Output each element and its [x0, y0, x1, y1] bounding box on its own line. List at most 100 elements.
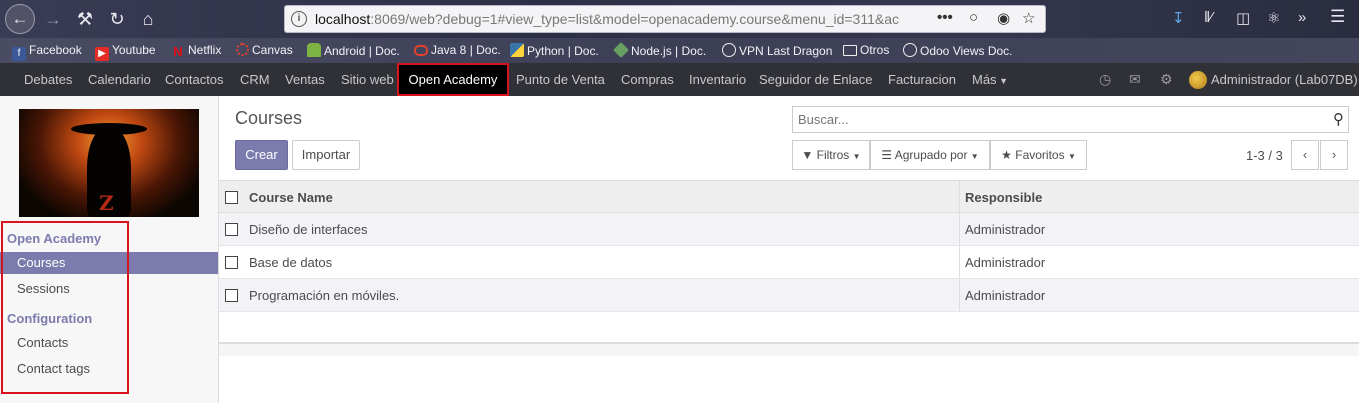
- bookmark-label: Odoo Views Doc.: [920, 44, 1013, 58]
- favorites-button[interactable]: ★ Favoritos ▼: [990, 140, 1087, 170]
- sidebar-toggle-icon[interactable]: ◫: [1236, 9, 1250, 27]
- bookmark-label: Python | Doc.: [527, 44, 599, 58]
- menu-ventas[interactable]: Ventas: [285, 72, 325, 87]
- table-footer: [219, 342, 1359, 356]
- info-icon[interactable]: i: [291, 11, 307, 27]
- search-icon[interactable]: ⚲: [1333, 110, 1344, 128]
- canvas-icon: [236, 43, 249, 56]
- bookmark-java[interactable]: Java 8 | Doc.: [414, 43, 501, 57]
- menu-contactos[interactable]: Contactos: [165, 72, 224, 87]
- bookmark-netflix[interactable]: N Netflix: [171, 43, 221, 59]
- bookmark-label: Canvas: [252, 43, 293, 57]
- url-bar[interactable]: i localhost:8069/web?debug=1#view_type=l…: [284, 5, 1046, 33]
- menu-hamburger-icon[interactable]: ☰: [1330, 7, 1345, 27]
- menu-compras[interactable]: Compras: [621, 72, 674, 87]
- create-button[interactable]: Crear: [235, 140, 288, 170]
- bookmark-label: Android | Doc.: [324, 44, 400, 58]
- filters-button[interactable]: ▼ Filtros ▼: [792, 140, 870, 170]
- row-checkbox[interactable]: [225, 289, 238, 302]
- page-title: Courses: [235, 108, 303, 128]
- chat-icon[interactable]: ✉: [1129, 71, 1141, 88]
- pocket-icon[interactable]: ◉: [997, 9, 1010, 27]
- bookmark-youtube[interactable]: ▶ Youtube: [95, 43, 156, 61]
- cell-course-name: Diseño de interfaces: [249, 222, 368, 237]
- bookmark-label: Otros: [860, 43, 890, 57]
- bookmark-canvas[interactable]: Canvas: [236, 43, 293, 57]
- caret-down-icon: ▼: [1067, 152, 1076, 161]
- column-header-responsible[interactable]: Responsible: [965, 190, 1042, 205]
- bookmark-nodejs[interactable]: Node.js | Doc.: [613, 42, 707, 58]
- table-row[interactable]: Diseño de interfaces Administrador: [219, 213, 1359, 246]
- menu-seguidor-de-enlace[interactable]: Seguidor de Enlace: [759, 72, 872, 87]
- reload-icon[interactable]: ↻: [104, 6, 130, 32]
- pager-next-button[interactable]: ›: [1320, 140, 1348, 170]
- menu-calendario[interactable]: Calendario: [88, 72, 151, 87]
- react-devtools-icon[interactable]: ⚛: [1267, 9, 1280, 27]
- logo-z: Z: [99, 191, 114, 215]
- select-all-checkbox[interactable]: [225, 191, 238, 204]
- caret-down-icon: ▼: [852, 152, 861, 161]
- menu-crm[interactable]: CRM: [240, 72, 270, 87]
- url-path: :8069/web?debug=1#view_type=list&model=o…: [370, 11, 900, 27]
- menu-punto-de-venta[interactable]: Punto de Venta: [516, 72, 605, 87]
- android-icon: [307, 43, 321, 57]
- company-logo: Z: [19, 109, 199, 217]
- menu-debates[interactable]: Debates: [24, 72, 72, 87]
- filters-label: Filtros: [816, 148, 850, 162]
- column-divider: [959, 279, 960, 311]
- bookmark-odoo-views[interactable]: Odoo Views Doc.: [903, 43, 1013, 58]
- menu-mas[interactable]: Más ▼: [972, 72, 1008, 87]
- table-row[interactable]: Programación en móviles. Administrador: [219, 279, 1359, 312]
- table-header: Course Name Responsible: [219, 180, 1359, 213]
- user-menu[interactable]: Administrador (Lab07DB): [1211, 72, 1358, 87]
- star-icon[interactable]: ☆: [1022, 9, 1035, 27]
- nodejs-icon: [613, 42, 629, 58]
- bookmark-android[interactable]: Android | Doc.: [307, 43, 400, 58]
- bookmark-label: Facebook: [29, 43, 82, 57]
- folder-icon: [843, 45, 857, 56]
- table-row[interactable]: Base de datos Administrador: [219, 246, 1359, 279]
- library-icon[interactable]: ‖⁄: [1204, 9, 1213, 26]
- bookmark-facebook[interactable]: f Facebook: [12, 43, 82, 61]
- menu-open-academy[interactable]: Open Academy: [397, 63, 509, 96]
- bookmark-folder-otros[interactable]: Otros: [843, 43, 889, 57]
- netflix-icon: N: [173, 44, 183, 59]
- facebook-icon: f: [12, 47, 26, 61]
- group-by-button[interactable]: ☰ Agrupado por ▼: [870, 140, 990, 170]
- list-icon: ☰: [881, 148, 893, 162]
- home-icon[interactable]: ⌂: [135, 6, 161, 32]
- menu-sitio-web[interactable]: Sitio web: [341, 72, 394, 87]
- column-divider: [959, 213, 960, 245]
- menu-facturacion[interactable]: Facturacion: [888, 72, 956, 87]
- forward-arrow-icon[interactable]: →: [40, 6, 66, 32]
- bookmark-vpn[interactable]: VPN Last Dragon: [722, 43, 832, 58]
- column-header-course-name[interactable]: Course Name: [249, 190, 333, 205]
- avatar[interactable]: [1189, 71, 1207, 89]
- bookmark-python[interactable]: Python | Doc.: [510, 43, 599, 58]
- search-input[interactable]: [793, 107, 1313, 132]
- bookmark-label: Netflix: [188, 43, 222, 57]
- wrench-icon[interactable]: ⚒: [72, 6, 98, 32]
- bug-icon[interactable]: ⚙: [1160, 71, 1173, 88]
- bookmark-label: Java 8 | Doc.: [431, 43, 501, 57]
- overflow-chevron-icon[interactable]: »: [1298, 9, 1306, 26]
- back-arrow-icon[interactable]: ←: [5, 4, 35, 34]
- more-dots-icon[interactable]: •••: [937, 9, 953, 26]
- row-checkbox[interactable]: [225, 256, 238, 269]
- import-button[interactable]: Importar: [292, 140, 360, 170]
- cell-responsible: Administrador: [965, 255, 1046, 270]
- download-icon[interactable]: ↧: [1172, 9, 1185, 27]
- lightbulb-icon[interactable]: ○: [969, 9, 978, 26]
- browser-toolbar: ← → ⚒ ↻ ⌂ i localhost:8069/web?debug=1#v…: [0, 0, 1359, 38]
- menu-inventario[interactable]: Inventario: [689, 72, 746, 87]
- courses-table: Course Name Responsible Diseño de interf…: [219, 180, 1359, 312]
- row-checkbox[interactable]: [225, 223, 238, 236]
- cell-responsible: Administrador: [965, 288, 1046, 303]
- clock-icon[interactable]: ◷: [1099, 71, 1111, 88]
- bookmark-label: Node.js | Doc.: [631, 44, 707, 58]
- search-box[interactable]: ⚲: [792, 106, 1349, 133]
- url-text[interactable]: localhost:8069/web?debug=1#view_type=lis…: [315, 11, 905, 27]
- pager-previous-button[interactable]: ‹: [1291, 140, 1319, 170]
- pager-value[interactable]: 1-3 / 3: [1246, 148, 1283, 163]
- filter-icon: ▼: [801, 148, 814, 162]
